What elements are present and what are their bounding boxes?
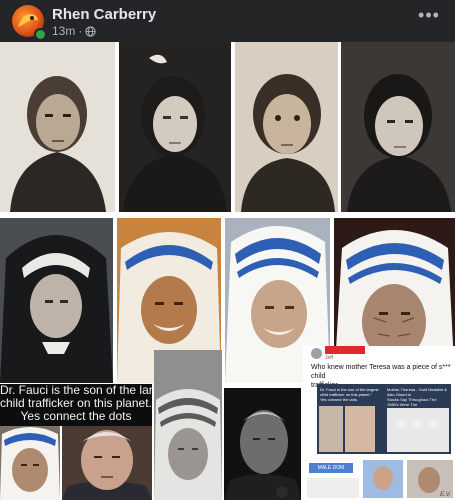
meme-caption: Dr. Fauci is the son of the largest chil… [0,384,175,426]
portrait-image [0,218,113,383]
caption-line: Yes connect the dots [20,409,132,423]
meta-separator: · [78,24,83,38]
portrait-image [62,426,152,500]
portrait-image [0,426,60,500]
post-header: Rhen Carberry 13m · ••• [0,0,455,42]
portrait-image [341,42,455,212]
embedded-screenshot: Jeff Who knew mother Teresa was a piece … [303,346,455,500]
watermark: E.V. [440,492,451,498]
embedded-bottom-photos [307,460,453,498]
portrait-tile-3 [235,42,338,212]
portrait-image [0,42,115,212]
portrait-image [224,388,301,500]
embedded-photos [319,406,449,452]
portrait-tile-1 [0,42,115,212]
portrait-tile-5 [0,218,113,383]
embedded-text-line: Who knew mother Teresa was a piece of s*… [311,364,451,380]
portrait-image [235,42,338,212]
portrait-tile-12 [224,388,301,500]
portrait-image [119,42,231,212]
post-meta: 13m · [52,24,96,38]
portrait-tile-9 [0,426,60,500]
more-options-icon[interactable]: ••• [417,6,441,28]
portrait-tile-11 [154,350,222,500]
portrait-tile-10 [62,426,152,500]
post-image-collage[interactable]: Dr. Fauci is the son of the largest chil… [0,42,455,500]
avatar [311,348,322,359]
online-status-dot [34,28,47,41]
portrait-tile-4 [341,42,455,212]
portrait-image [154,350,222,500]
redacted-name [325,346,365,354]
globe-icon [85,25,96,37]
timestamp[interactable]: 13m [52,24,75,38]
embedded-author: Jeff [325,355,333,361]
portrait-tile-2 [119,42,231,212]
author-name[interactable]: Rhen Carberry [52,6,156,23]
embedded-collage: Dr. Fauci is the son of the largest chil… [317,384,451,454]
